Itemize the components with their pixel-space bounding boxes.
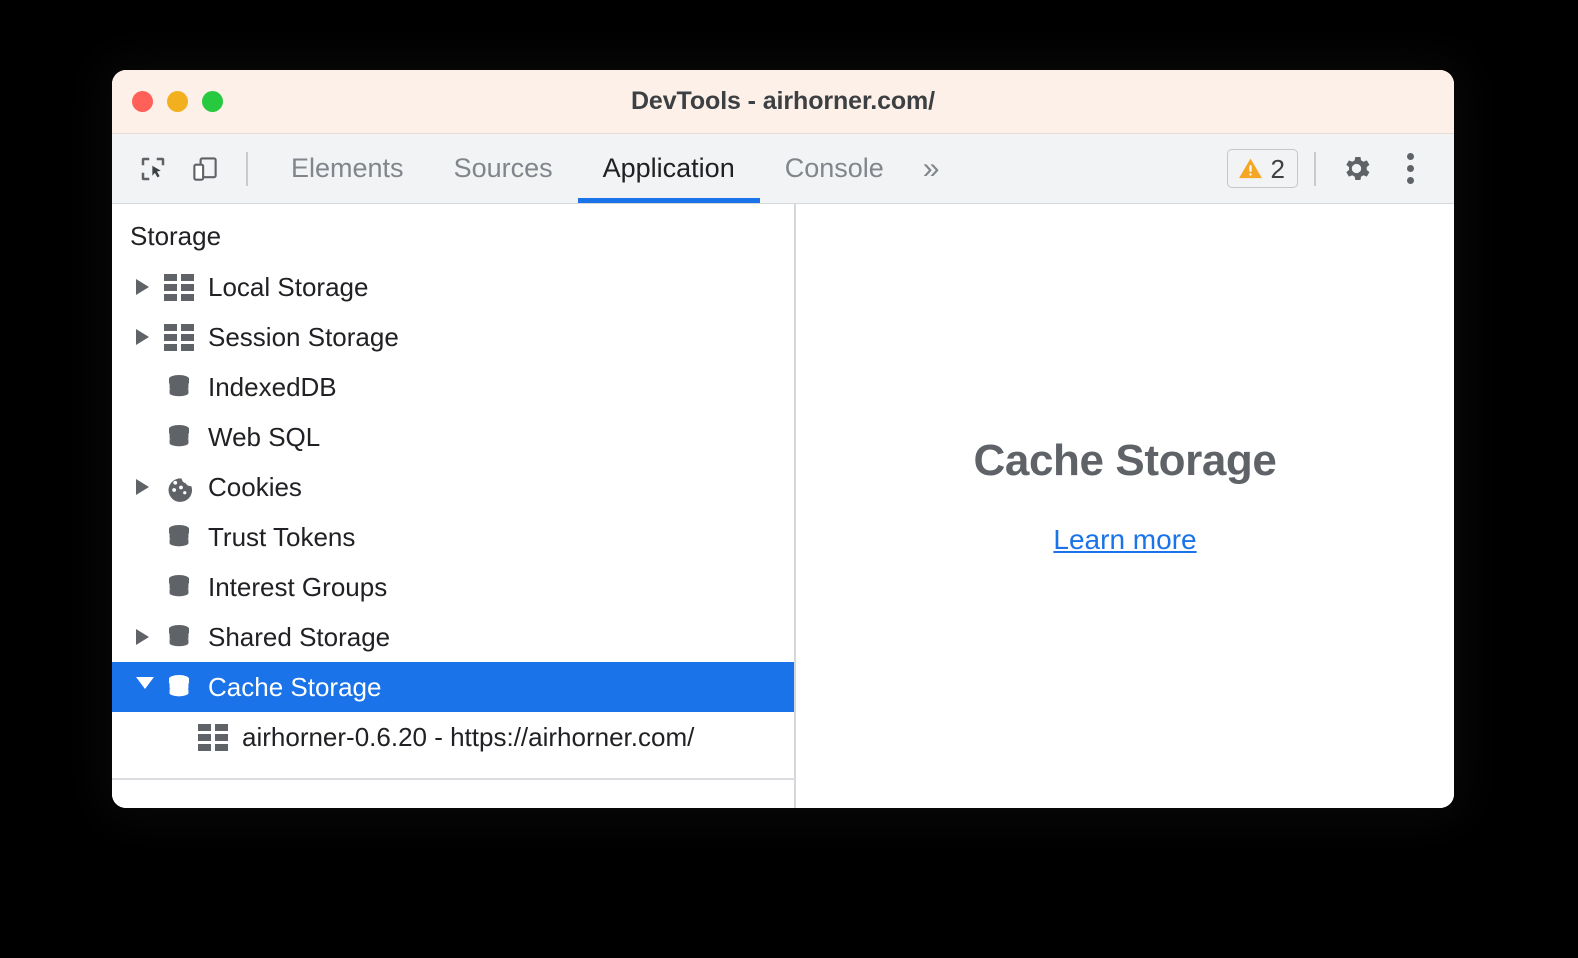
zoom-window-button[interactable]	[202, 91, 223, 112]
sidebar-item-label: Shared Storage	[208, 621, 391, 652]
inspect-element-icon[interactable]	[130, 146, 176, 192]
sidebar-item-session-storage[interactable]: Session Storage	[112, 312, 794, 362]
sidebar-item-label: Session Storage	[208, 321, 399, 352]
more-tabs-chevron-icon[interactable]: »	[909, 134, 954, 203]
toolbar-right-group: 2	[1226, 145, 1454, 193]
sidebar-item-label: Local Storage	[208, 271, 369, 302]
toolbar-divider-right	[1314, 151, 1316, 186]
sidebar-item-cache-entry[interactable]: airhorner-0.6.20 - https://airhorner.com…	[112, 712, 794, 762]
cookie-icon	[162, 472, 196, 502]
device-toolbar-icon[interactable]	[182, 146, 228, 192]
grid-icon	[196, 723, 230, 751]
tab-elements[interactable]: Elements	[266, 134, 429, 203]
sidebar-item-label: Trust Tokens	[208, 521, 356, 552]
screenshot-root: DevTools - airhorner.com/ Elements Sourc…	[0, 0, 1578, 958]
grid-icon	[162, 323, 196, 351]
minimize-window-button[interactable]	[167, 91, 188, 112]
sidebar-item-label: Interest Groups	[208, 571, 388, 602]
devtools-window: DevTools - airhorner.com/ Elements Sourc…	[112, 70, 1454, 808]
tab-sources[interactable]: Sources	[429, 134, 578, 203]
tab-application[interactable]: Application	[577, 134, 760, 203]
sidebar-section-title: Storage	[130, 221, 222, 251]
page-title: Cache Storage	[973, 436, 1277, 485]
devtools-toolbar: Elements Sources Application Console » 2	[112, 134, 1454, 204]
sidebar-item-interest-groups[interactable]: Interest Groups	[112, 562, 794, 612]
sidebar-item-label: airhorner-0.6.20 - https://airhorner.com…	[242, 721, 695, 752]
sidebar-item-label: IndexedDB	[208, 371, 337, 402]
storage-tree: Local Storage Session Storage IndexedDB …	[112, 262, 794, 762]
database-icon	[162, 672, 196, 702]
sidebar-item-web-sql[interactable]: Web SQL	[112, 412, 794, 462]
grid-icon	[162, 273, 196, 301]
sidebar-item-label: Cookies	[208, 471, 302, 502]
sidebar-item-indexeddb[interactable]: IndexedDB	[112, 362, 794, 412]
warning-count-badge[interactable]: 2	[1226, 149, 1298, 188]
expand-triangle-icon[interactable]	[136, 279, 162, 295]
learn-more-link[interactable]: Learn more	[1053, 524, 1196, 556]
expand-triangle-icon[interactable]	[136, 629, 162, 645]
warning-count-label: 2	[1270, 153, 1285, 184]
devtools-body: Storage Local Storage Session Storage In…	[112, 204, 1454, 808]
kebab-menu-icon[interactable]	[1388, 145, 1432, 193]
toolbar-divider	[246, 151, 248, 186]
gear-icon[interactable]	[1332, 145, 1380, 193]
expand-triangle-icon[interactable]	[136, 329, 162, 345]
database-icon	[162, 372, 196, 402]
sidebar-bottom-divider	[112, 778, 794, 780]
database-icon	[162, 522, 196, 552]
close-window-button[interactable]	[132, 91, 153, 112]
window-titlebar: DevTools - airhorner.com/	[112, 70, 1454, 134]
panel-tabs: Elements Sources Application Console »	[266, 134, 953, 203]
sidebar-item-trust-tokens[interactable]: Trust Tokens	[112, 512, 794, 562]
database-icon	[162, 422, 196, 452]
warning-triangle-icon	[1238, 158, 1262, 179]
collapse-triangle-icon[interactable]	[136, 677, 162, 697]
traffic-light-group	[132, 91, 223, 112]
window-title: DevTools - airhorner.com/	[630, 87, 936, 115]
storage-sidebar: Storage Local Storage Session Storage In…	[112, 204, 796, 808]
database-icon	[162, 572, 196, 602]
database-icon	[162, 622, 196, 652]
sidebar-item-label: Web SQL	[208, 421, 321, 452]
sidebar-item-shared-storage[interactable]: Shared Storage	[112, 612, 794, 662]
cache-storage-empty-panel: Cache Storage Learn more	[796, 204, 1454, 808]
expand-triangle-icon[interactable]	[136, 479, 162, 495]
sidebar-item-label: Cache Storage	[208, 671, 382, 702]
sidebar-item-local-storage[interactable]: Local Storage	[112, 262, 794, 312]
sidebar-item-cache-storage[interactable]: Cache Storage	[112, 662, 794, 712]
tab-console[interactable]: Console	[760, 134, 909, 203]
sidebar-item-cookies[interactable]: Cookies	[112, 462, 794, 512]
